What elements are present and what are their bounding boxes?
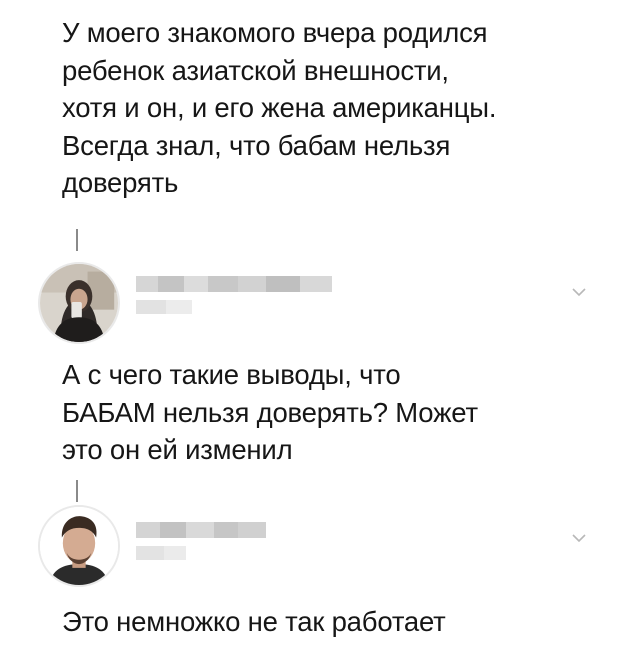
reply1-username-blurred: [136, 272, 332, 318]
reply2-avatar[interactable]: [38, 505, 120, 587]
reply1-text: А с чего такие выводы, что БАБАМ нельзя …: [62, 359, 478, 465]
user-avatar-man-icon: [40, 507, 118, 585]
thread-connector-line: [76, 229, 78, 251]
reply1-menu-chevron[interactable]: [572, 284, 586, 297]
reply1-avatar[interactable]: [38, 262, 120, 344]
original-tweet-text: У моего знакомого вчера родился ребенок …: [62, 17, 497, 198]
chevron-down-icon: [572, 534, 586, 543]
reply2-menu-chevron[interactable]: [572, 530, 586, 543]
blurred-name-icon: [136, 522, 266, 560]
reply2-text: Это немножко не так работает: [62, 606, 446, 637]
thread-connector-line: [76, 480, 78, 502]
blurred-name-icon: [136, 276, 332, 314]
user-avatar-woman-icon: [40, 264, 118, 342]
chevron-down-icon: [572, 288, 586, 297]
reply2-username-blurred: [136, 518, 266, 564]
